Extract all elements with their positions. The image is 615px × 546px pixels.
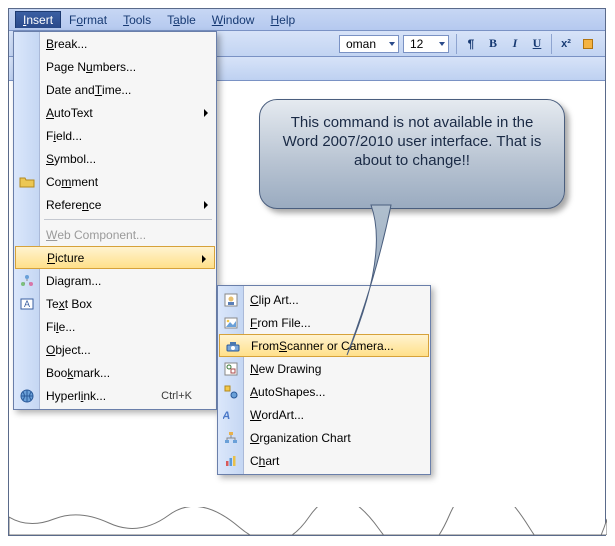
mi-date-time[interactable]: Date and Time...	[14, 78, 216, 101]
chevron-right-icon	[204, 201, 208, 209]
menu-insert[interactable]: Insert	[15, 11, 61, 28]
menu-tools[interactable]: Tools	[115, 11, 159, 29]
mi-comment[interactable]: Comment	[14, 170, 216, 193]
smi-org-chart[interactable]: Organization Chart	[218, 426, 430, 449]
smi-wordart[interactable]: A WordArt...	[218, 403, 430, 426]
mi-bookmark[interactable]: Bookmark...	[14, 361, 216, 384]
text-box-icon: A	[19, 296, 35, 312]
smi-autoshapes[interactable]: AutoShapes...	[218, 380, 430, 403]
font-size-value: 12	[410, 37, 423, 51]
new-drawing-icon	[223, 361, 239, 377]
font-name-value: oman	[346, 37, 376, 51]
toolbar-separator	[456, 34, 457, 54]
mi-page-numbers[interactable]: Page Numbers...	[14, 55, 216, 78]
bold-button[interactable]: B	[483, 34, 503, 54]
mi-text-box[interactable]: A Text Box	[14, 292, 216, 315]
shortcut-label: Ctrl+K	[161, 390, 192, 402]
clip-art-icon	[223, 292, 239, 308]
mi-autotext[interactable]: AutoText	[14, 101, 216, 124]
mi-field[interactable]: Field...	[14, 124, 216, 147]
pilcrow-button[interactable]	[461, 34, 481, 54]
wordart-icon: A	[223, 407, 239, 423]
menu-bar: Insert Format Tools Table Window Help	[9, 9, 605, 31]
org-chart-icon	[223, 430, 239, 446]
mi-web-component[interactable]: Web Component...	[14, 223, 216, 246]
chart-icon	[223, 453, 239, 469]
globe-icon	[19, 388, 35, 404]
picture-file-icon	[223, 315, 239, 331]
app-window: Insert Format Tools Table Window Help om…	[8, 8, 606, 536]
font-size-combo[interactable]: 12	[403, 35, 449, 53]
toolbar-separator	[551, 34, 552, 54]
menu-table[interactable]: Table	[159, 11, 204, 29]
mi-file[interactable]: File...	[14, 315, 216, 338]
callout-bubble: This command is not available in the Wor…	[259, 99, 565, 209]
svg-text:A: A	[24, 299, 30, 309]
italic-button[interactable]: I	[505, 34, 525, 54]
superscript-button[interactable]: x²	[556, 34, 576, 54]
menu-window[interactable]: Window	[204, 11, 263, 29]
callout-text: This command is not available in the Wor…	[283, 114, 542, 169]
menu-separator	[44, 219, 212, 220]
folder-icon	[19, 174, 35, 190]
menu-help[interactable]: Help	[262, 11, 303, 29]
highlight-button[interactable]	[578, 34, 598, 54]
autoshapes-icon	[223, 384, 239, 400]
smi-chart[interactable]: Chart	[218, 449, 430, 472]
mi-break[interactable]: Break...	[14, 32, 216, 55]
font-name-combo[interactable]: oman	[339, 35, 399, 53]
chevron-right-icon	[204, 109, 208, 117]
mi-picture[interactable]: Picture	[15, 246, 215, 269]
chevron-right-icon	[202, 255, 206, 263]
scanner-camera-icon	[225, 339, 241, 355]
mi-symbol[interactable]: Symbol...	[14, 147, 216, 170]
mi-diagram[interactable]: Diagram...	[14, 269, 216, 292]
mi-hyperlink[interactable]: Hyperlink... Ctrl+K	[14, 384, 216, 407]
insert-dropdown: Break... Page Numbers... Date and Time..…	[13, 31, 217, 410]
underline-button[interactable]: U	[527, 34, 547, 54]
mi-object[interactable]: Object...	[14, 338, 216, 361]
mi-reference[interactable]: Reference	[14, 193, 216, 216]
menu-format[interactable]: Format	[61, 11, 115, 29]
diagram-icon	[19, 273, 35, 289]
svg-text:A: A	[223, 410, 231, 422]
